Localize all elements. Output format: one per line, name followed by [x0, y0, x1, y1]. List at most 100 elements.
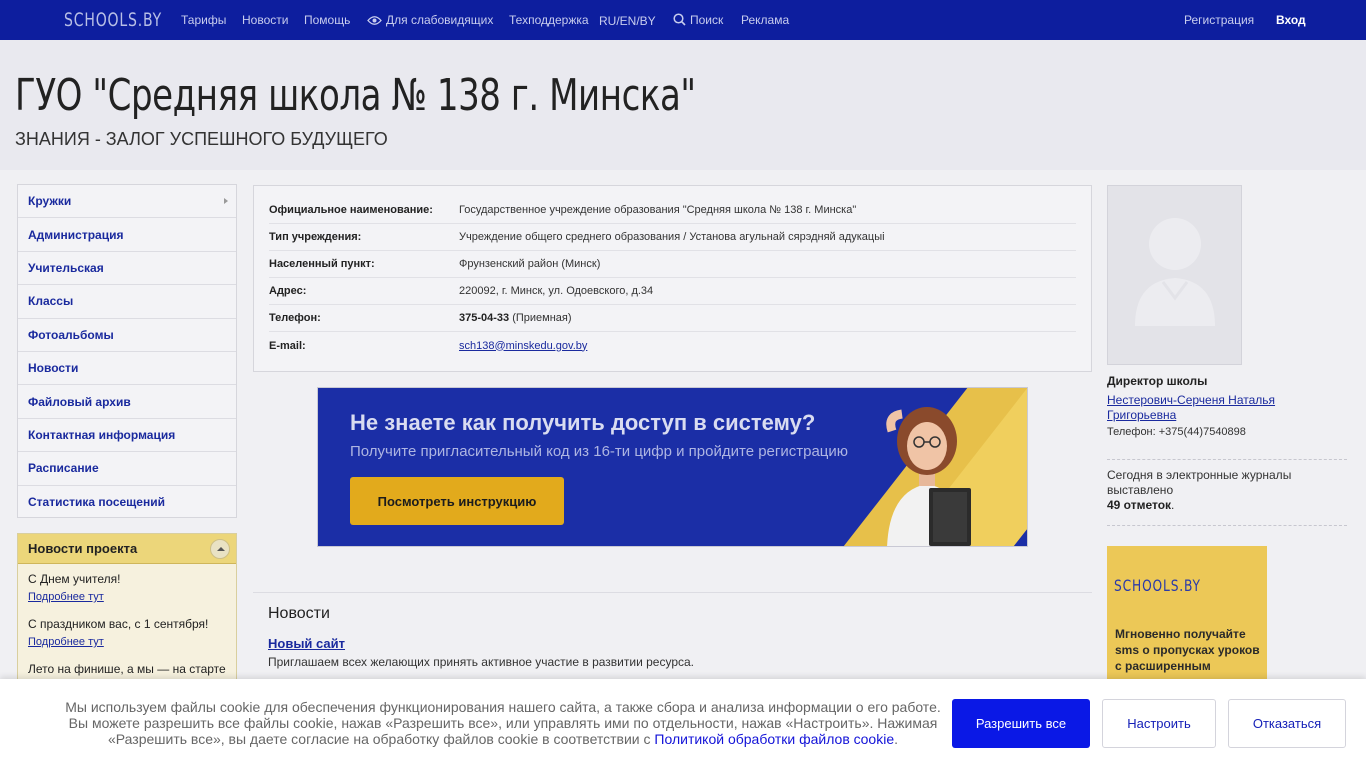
info-row-phone: Телефон: 375-04-33 (Приемная)	[269, 305, 1076, 332]
school-motto: ЗНАНИЯ - ЗАЛОГ УСПЕШНОГО БУДУЩЕГО	[15, 129, 388, 149]
nav-news[interactable]: Новости	[242, 13, 288, 27]
sidebar-item-administration[interactable]: Администрация	[18, 218, 236, 252]
sidebar-item-news[interactable]: Новости	[18, 352, 236, 386]
project-news-title: Новости проекта	[28, 541, 138, 556]
divider	[1107, 459, 1347, 460]
project-news-item: С праздником вас, с 1 сентября! Подробне…	[18, 609, 236, 648]
info-value: Фрунзенский район (Минск)	[459, 258, 601, 270]
site-logo[interactable]: SCHOOLS.BY	[64, 9, 162, 31]
news-item-title[interactable]: Новый сайт	[268, 636, 1092, 651]
project-news-item: С Днем учителя! Подробнее тут	[18, 564, 236, 603]
sidebar-item-label: Кружки	[28, 194, 72, 209]
ad-logo: SCHOOLS.BY	[1114, 576, 1201, 595]
project-news-text: Лето на финише, а мы — на старте	[28, 662, 226, 676]
nav-search[interactable]: Поиск	[673, 13, 723, 29]
email-link[interactable]: sch138@minskedu.gov.by	[459, 340, 587, 352]
sidebar-item-clubs[interactable]: Кружки	[18, 185, 236, 219]
eye-icon	[367, 15, 382, 29]
school-info-table: Официальное наименование: Государственное…	[253, 185, 1092, 372]
ad-text: Мгновенно получайте sms о пропусках урок…	[1115, 627, 1260, 673]
sidebar-item-label: Фотоальбомы	[28, 327, 114, 342]
nav-visually-impaired-label: Для слабовидящих	[386, 13, 494, 27]
info-row-address: Адрес: 220092, г. Минск, ул. Одоевского, …	[269, 278, 1076, 305]
info-value: Учреждение общего среднего образования /…	[459, 231, 885, 243]
news-item-text: Приглашаем всех желающих принять активно…	[268, 655, 695, 669]
nav-advertising[interactable]: Реклама	[741, 13, 789, 27]
project-news-item: Лето на финише, а мы — на старте	[18, 654, 236, 676]
stats-text: Сегодня в электронные журналы выставлено	[1107, 468, 1292, 497]
nav-help[interactable]: Помощь	[304, 13, 350, 27]
info-key: Официальное наименование:	[269, 204, 433, 216]
divider	[1107, 525, 1347, 526]
read-more-link[interactable]: Подробнее тут	[28, 591, 226, 603]
director-label: Директор школы	[1107, 374, 1208, 388]
sms-ad-banner[interactable]: SCHOOLS.BY Мгновенно получайте sms о про…	[1107, 546, 1267, 696]
marks-statistics: Сегодня в электронные журналы выставлено…	[1107, 468, 1347, 513]
nav-support[interactable]: Техподдержка	[509, 13, 589, 27]
phone-note: (Приемная)	[509, 312, 572, 324]
info-row-official-name: Официальное наименование: Государственное…	[269, 197, 1076, 224]
phone-number: 375-04-33	[459, 312, 510, 324]
sidebar-item-classes[interactable]: Классы	[18, 285, 236, 319]
sidebar-item-label: Файловый архив	[28, 394, 131, 409]
sidebar-item-schedule[interactable]: Расписание	[18, 452, 236, 486]
register-link[interactable]: Регистрация	[1184, 13, 1254, 27]
nav-search-label: Поиск	[690, 13, 724, 27]
director-name-link[interactable]: Нестерович-Серченя Наталья Григорьевна	[1107, 393, 1317, 423]
view-instruction-button[interactable]: Посмотреть инструкцию	[350, 477, 564, 525]
info-value: 375-04-33 (Приемная)	[459, 312, 572, 324]
access-instruction-banner: Не знаете как получить доступ в систему?…	[317, 387, 1028, 547]
sidebar-item-label: Статистика посещений	[28, 495, 165, 510]
sidebar-item-visit-stats[interactable]: Статистика посещений	[18, 486, 236, 519]
news-section: Новости Новый сайт Приглашаем всех желаю…	[253, 592, 1092, 692]
collapse-icon[interactable]	[210, 539, 230, 559]
login-link[interactable]: Вход	[1276, 13, 1306, 27]
submenu-arrow-icon	[224, 198, 228, 204]
cookie-message-end: .	[894, 731, 899, 747]
top-navigation-bar: SCHOOLS.BY Тарифы Новости Помощь Для сла…	[0, 0, 1366, 40]
sidebar-item-label: Администрация	[28, 227, 124, 242]
project-news-text: С праздником вас, с 1 сентября!	[28, 617, 209, 631]
language-switcher[interactable]: RU/EN/BY	[599, 14, 656, 28]
sidebar-item-label: Учительская	[28, 260, 104, 275]
cookie-consent-bar: Мы используем файлы cookie для обеспечен…	[0, 679, 1366, 768]
school-header: ГУО "Средняя школа № 138 г. Минска" ЗНАН…	[0, 40, 1366, 170]
stats-count: 49 отметок	[1107, 498, 1172, 512]
project-news-text: С Днем учителя!	[28, 572, 121, 586]
nav-visually-impaired[interactable]: Для слабовидящих	[367, 13, 493, 29]
info-key: E-mail:	[269, 339, 306, 352]
sidebar-item-contacts[interactable]: Контактная информация	[18, 419, 236, 453]
user-placeholder-icon	[1135, 218, 1215, 326]
sidebar-menu: Кружки Администрация Учительская Классы …	[17, 184, 237, 518]
info-key: Населенный пункт:	[269, 258, 375, 270]
sidebar-item-label: Новости	[28, 361, 79, 376]
info-key: Адрес:	[269, 285, 307, 297]
allow-all-button[interactable]: Разрешить все	[952, 699, 1090, 748]
configure-button[interactable]: Настроить	[1102, 699, 1216, 748]
sidebar-item-file-archive[interactable]: Файловый архив	[18, 385, 236, 419]
project-news-header: Новости проекта	[18, 534, 236, 564]
banner-subline: Получите пригласительный код из 16-ти ци…	[350, 443, 849, 460]
info-key: Тип учреждения:	[269, 231, 362, 243]
sidebar-item-photo-albums[interactable]: Фотоальбомы	[18, 319, 236, 352]
info-row-email: E-mail: sch138@minskedu.gov.by	[269, 332, 1076, 359]
info-key: Телефон:	[269, 312, 321, 324]
school-title: ГУО "Средняя школа № 138 г. Минска"	[15, 70, 696, 121]
sidebar-item-teachers-room[interactable]: Учительская	[18, 252, 236, 286]
refuse-button[interactable]: Отказаться	[1228, 699, 1346, 748]
banner-headline: Не знаете как получить доступ в систему?	[350, 410, 816, 435]
cookie-policy-link[interactable]: Политикой обработки файлов cookie	[654, 731, 894, 747]
nav-tariffs[interactable]: Тарифы	[181, 13, 226, 27]
cookie-message: Мы используем файлы cookie для обеспечен…	[60, 699, 946, 747]
director-phone: Телефон: +375(44)7540898	[1107, 426, 1246, 438]
avatar	[1107, 185, 1242, 365]
info-row-type: Тип учреждения: Учреждение общего среднег…	[269, 224, 1076, 251]
read-more-link[interactable]: Подробнее тут	[28, 636, 226, 648]
info-value: Государственное учреждение образования "…	[459, 204, 857, 216]
info-value: sch138@minskedu.gov.by	[459, 340, 587, 352]
sidebar-item-label: Контактная информация	[28, 427, 176, 442]
stats-suffix: .	[1171, 498, 1175, 512]
news-heading: Новости	[268, 605, 330, 622]
info-row-locality: Населенный пункт: Фрунзенский район (Минс…	[269, 251, 1076, 278]
sidebar-item-label: Расписание	[28, 461, 99, 476]
